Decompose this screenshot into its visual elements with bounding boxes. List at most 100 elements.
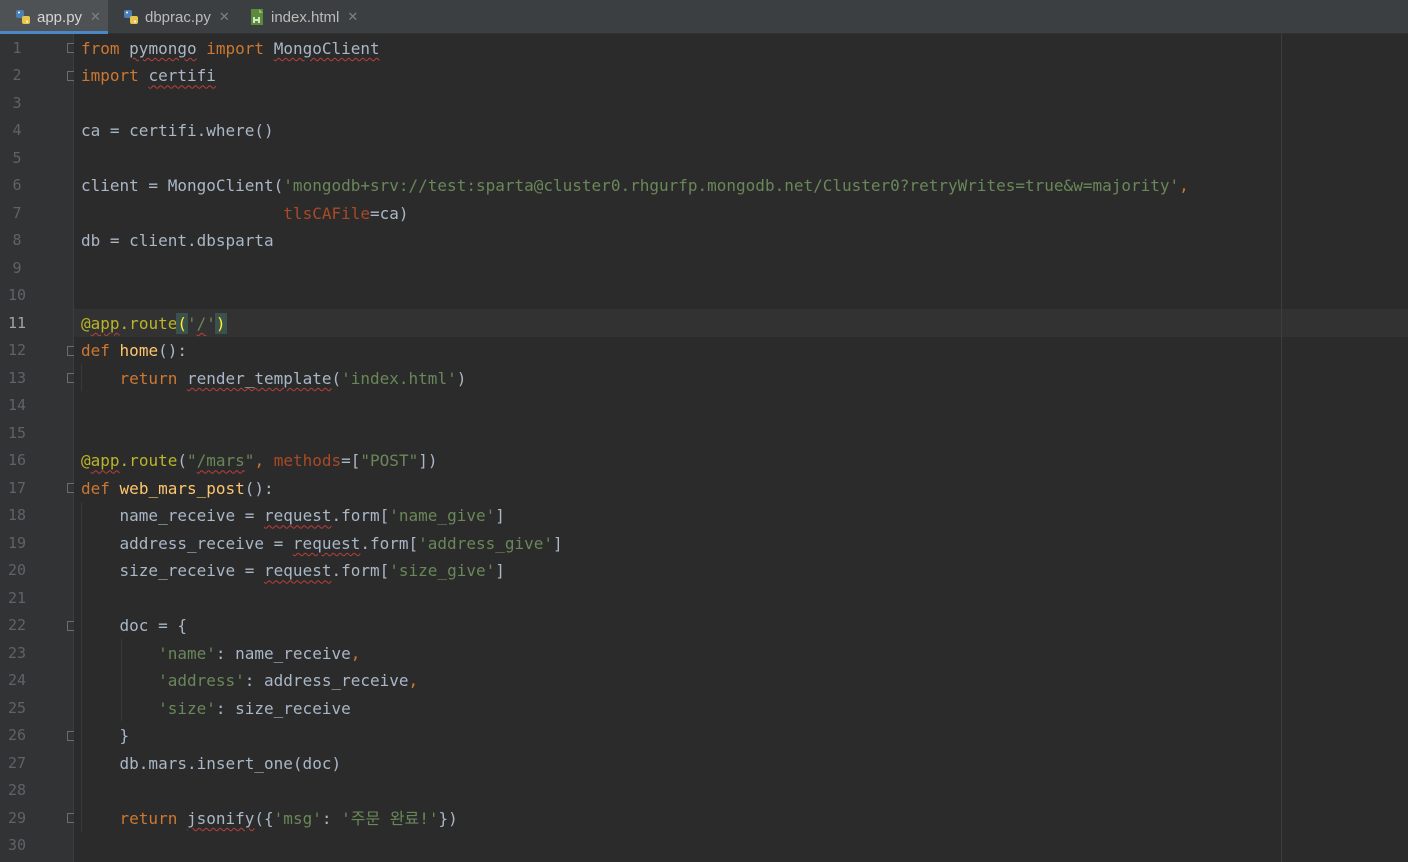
string-literal: 'index.html' — [341, 368, 457, 388]
code-text: ] — [495, 561, 505, 581]
code-line[interactable]: name_receive = request.form['name_give'] — [81, 502, 505, 530]
line-number: 5 — [12, 148, 22, 167]
decorator-name: app — [90, 313, 120, 333]
code-text: ( — [331, 368, 342, 388]
code-line[interactable]: doc = { — [81, 612, 187, 640]
string-literal: /mars — [196, 451, 245, 471]
code-line[interactable]: 'size': size_receive — [81, 695, 351, 723]
line-number: 23 — [8, 643, 27, 662]
code-line[interactable]: @app.route('/') — [81, 310, 227, 338]
string-literal: 'size_give' — [389, 561, 496, 581]
close-tab-icon[interactable]: ✕ — [219, 9, 230, 25]
keyword-import: import — [206, 38, 265, 58]
code-text: (): — [158, 341, 187, 361]
string-literal: 'name' — [158, 643, 216, 663]
code-line[interactable]: return jsonify({'msg': '주문 완료!'}) — [81, 805, 458, 833]
editor-tab-bar: app.py ✕ dbprac.py ✕ index.html ✕ — [0, 0, 1408, 34]
code-line[interactable]: return render_template('index.html') — [81, 365, 467, 393]
keyword-return: return — [119, 368, 178, 388]
code-text: name_receive = — [81, 506, 265, 526]
comma: , — [1179, 176, 1189, 196]
close-tab-icon[interactable]: ✕ — [347, 9, 358, 25]
code-line[interactable]: import certifi — [81, 62, 216, 90]
code-text: =[ — [341, 451, 361, 471]
line-number: 30 — [8, 836, 27, 855]
line-number: 28 — [8, 781, 27, 800]
module-name: certifi — [148, 66, 216, 86]
code-text: ] — [495, 506, 505, 526]
code-text: size_receive = — [81, 561, 265, 581]
module-name: pymongo — [129, 38, 197, 58]
decorator-attr: .route — [119, 313, 178, 333]
string-literal: '주문 완료!' — [341, 808, 439, 828]
code-line[interactable]: address_receive = request.form['address_… — [81, 530, 563, 558]
line-number-gutter[interactable]: 1 2 3 4 5 6 7 8 9 10 11 12 13 14 15 16 1… — [0, 34, 76, 862]
line-number: 27 — [8, 753, 27, 772]
line-number: 29 — [8, 808, 27, 827]
code-line[interactable]: ca = certifi.where() — [81, 117, 274, 145]
code-line[interactable]: 'address': address_receive, — [81, 667, 418, 695]
line-number: 22 — [8, 616, 27, 635]
code-text: .form[ — [331, 506, 390, 526]
code-line[interactable]: from pymongo import MongoClient — [81, 35, 380, 63]
close-tab-icon[interactable]: ✕ — [90, 9, 101, 25]
imported-name: MongoClient — [273, 38, 380, 58]
code-text: : address_receive — [244, 671, 409, 691]
code-line[interactable]: @app.route("/mars", methods=["POST"]) — [81, 447, 437, 475]
tab-index-html[interactable]: index.html ✕ — [236, 0, 376, 34]
code-text: .form[ — [360, 533, 419, 553]
decorator-name: app — [90, 451, 120, 471]
line-number: 14 — [8, 396, 27, 415]
code-text: : size_receive — [215, 698, 351, 718]
ide-window: app.py ✕ dbprac.py ✕ index.html ✕ 1 2 3 … — [0, 0, 1408, 862]
decorator-at: @ — [81, 313, 91, 333]
code-text: client = MongoClient( — [81, 176, 284, 196]
code-text: ) — [456, 368, 467, 388]
line-number: 19 — [8, 533, 27, 552]
code-line[interactable]: client = MongoClient('mongodb+srv://test… — [81, 172, 1189, 200]
tab-app-py[interactable]: app.py ✕ — [0, 0, 108, 34]
request-name: request — [264, 506, 332, 526]
matched-bracket: ) — [214, 312, 227, 334]
code-text: ]) — [418, 451, 438, 471]
python-file-icon — [124, 10, 138, 24]
code-line[interactable]: db.mars.insert_one(doc) — [81, 750, 342, 778]
code-text: ] — [553, 533, 563, 553]
code-text: .form[ — [331, 561, 390, 581]
code-line[interactable]: tlsCAFile=ca) — [81, 200, 408, 228]
keyword-def: def — [81, 341, 110, 361]
string-literal: 'address_give' — [418, 533, 554, 553]
line-number: 26 — [8, 726, 27, 745]
line-number: 8 — [12, 231, 22, 250]
string-literal: / — [196, 313, 207, 333]
line-number: 16 — [8, 451, 27, 470]
line-number: 3 — [12, 93, 22, 112]
string-quote: " — [244, 451, 255, 471]
line-number: 7 — [12, 203, 22, 222]
current-line-highlight — [74, 309, 1408, 337]
code-editor[interactable]: from pymongo import MongoClient import c… — [74, 34, 1408, 862]
code-line[interactable]: 'name': name_receive, — [81, 640, 360, 668]
python-file-icon — [16, 10, 30, 24]
request-name: request — [264, 561, 332, 581]
code-text: }) — [438, 808, 458, 828]
tab-dbprac-py[interactable]: dbprac.py ✕ — [108, 0, 236, 34]
code-line[interactable]: db = client.dbsparta — [81, 227, 274, 255]
line-number: 20 — [8, 561, 27, 580]
code-line[interactable]: size_receive = request.form['size_give'] — [81, 557, 505, 585]
code-line[interactable]: def home(): — [81, 337, 187, 365]
code-line[interactable]: def web_mars_post(): — [81, 475, 274, 503]
code-line[interactable]: } — [81, 722, 130, 750]
string-literal: 'name_give' — [389, 506, 496, 526]
string-literal: 'mongodb+srv://test:sparta@cluster0.rhgu… — [283, 176, 1180, 196]
